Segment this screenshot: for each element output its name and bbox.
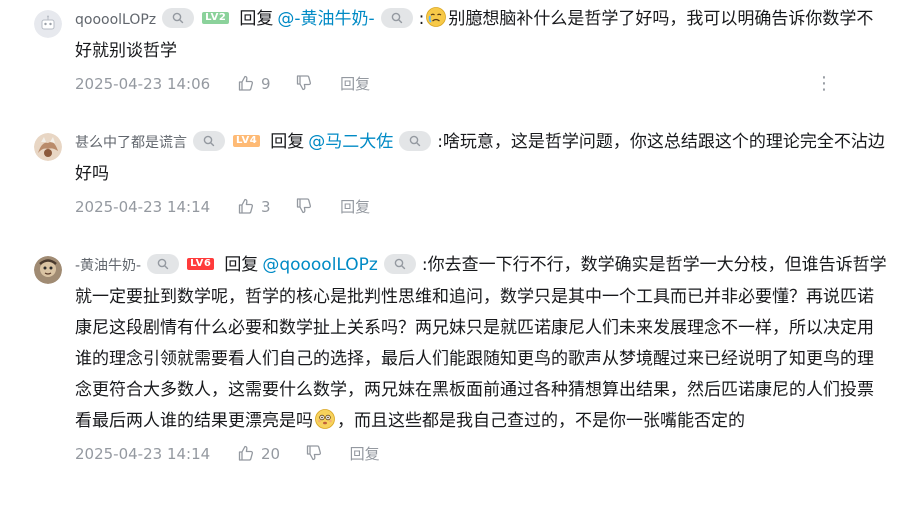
like-button[interactable]: 9 — [237, 69, 271, 99]
comment-text: : — [418, 9, 425, 29]
search-icon — [394, 258, 406, 269]
crying-face-icon — [426, 7, 447, 27]
comment-meta: 2025-04-23 14:06 9 回复 ⋮ — [75, 69, 890, 99]
like-count: 20 — [260, 445, 281, 463]
comment-text: ，而且这些都是我自己查过的，不是你一张嘴能否定的 — [337, 411, 745, 431]
thumbs-down-icon — [297, 198, 312, 214]
level-badge: LV6 — [187, 257, 215, 270]
search-icon — [172, 12, 184, 23]
comment-body: 甚么中了都是谎言 LV4 回复 @马二大佐:啥玩意，这是哲学问题，你这总结跟这个的理论… — [75, 127, 890, 222]
dazed-face-icon — [315, 409, 335, 429]
timestamp: 2025-04-23 14:14 — [75, 445, 211, 463]
username[interactable]: -黄油牛奶- — [75, 258, 141, 274]
comment-body: -黄油牛奶- LV6 回复 @qoooolLOPz:你去查一下行不行，数学确实是哲学一… — [75, 250, 890, 469]
avatar[interactable] — [34, 133, 62, 161]
thumbs-down-icon — [297, 75, 312, 91]
comment-meta: 2025-04-23 14:14 20 回复 — [75, 439, 890, 469]
username[interactable]: 甚么中了都是谎言 — [75, 135, 187, 151]
mention-link[interactable]: @qoooolLOPz — [262, 255, 378, 275]
reply-label: 回复 — [239, 9, 274, 29]
comment-content: qoooolLOPz LV2 回复 @-黄油牛奶-: 别臆想脑补什么是哲学了好吗，我可以… — [75, 4, 890, 67]
username[interactable]: qoooolLOPz — [75, 12, 156, 28]
comment-thread: qoooolLOPz LV2 回复 @-黄油牛奶-: 别臆想脑补什么是哲学了好吗，我可以… — [0, 0, 908, 505]
avatar[interactable] — [34, 10, 62, 38]
like-button[interactable]: 3 — [237, 192, 271, 222]
thumbs-up-icon — [238, 198, 253, 214]
reply-label: 回复 — [224, 255, 259, 275]
reply-button[interactable]: 回复 — [350, 439, 380, 469]
search-pill[interactable] — [193, 130, 225, 151]
mention-link[interactable]: @-黄油牛奶- — [277, 9, 374, 29]
reply-label: 回复 — [270, 132, 305, 152]
like-button[interactable]: 20 — [237, 439, 280, 469]
level-badge: LV4 — [233, 134, 261, 147]
thumbs-up-icon — [238, 445, 253, 461]
comment-text: 别臆想脑补什么是哲学了好吗，我可以明确告诉你数学不好就别谈哲学 — [75, 9, 874, 61]
comment-content: -黄油牛奶- LV6 回复 @qoooolLOPz:你去查一下行不行，数学确实是哲学一… — [75, 250, 890, 437]
thumbs-up-icon — [238, 75, 253, 91]
dislike-button[interactable] — [295, 192, 313, 222]
reply-button[interactable]: 回复 — [340, 69, 370, 99]
search-icon — [203, 135, 215, 146]
like-count: 3 — [260, 198, 271, 216]
search-pill[interactable] — [383, 253, 416, 274]
search-pill[interactable] — [399, 130, 432, 151]
more-options-icon[interactable]: ⋮ — [815, 69, 833, 99]
avatar[interactable] — [34, 256, 62, 284]
level-badge: LV2 — [202, 11, 230, 24]
comment-meta: 2025-04-23 14:14 3 回复 — [75, 192, 890, 222]
comment-content: 甚么中了都是谎言 LV4 回复 @马二大佐:啥玩意，这是哲学问题，你这总结跟这个的理论… — [75, 127, 890, 190]
search-pill[interactable] — [162, 7, 195, 28]
search-icon — [157, 258, 169, 269]
search-icon — [391, 12, 402, 23]
dislike-button[interactable] — [305, 439, 323, 469]
dislike-button[interactable] — [295, 69, 313, 99]
comment-text: :你去查一下行不行，数学确实是哲学一大分枝，但谁告诉哲学就一定要扯到数学呢，哲学… — [75, 255, 887, 431]
timestamp: 2025-04-23 14:14 — [75, 198, 211, 216]
like-count: 9 — [260, 75, 271, 93]
thumbs-down-icon — [306, 445, 321, 461]
mention-link[interactable]: @马二大佐 — [308, 132, 393, 152]
search-pill[interactable] — [380, 7, 413, 28]
search-pill[interactable] — [147, 253, 180, 274]
search-icon — [409, 135, 421, 146]
timestamp: 2025-04-23 14:06 — [75, 75, 211, 93]
reply-button[interactable]: 回复 — [340, 192, 370, 222]
comment-body: qoooolLOPz LV2 回复 @-黄油牛奶-: 别臆想脑补什么是哲学了好吗，我可以… — [75, 4, 890, 99]
